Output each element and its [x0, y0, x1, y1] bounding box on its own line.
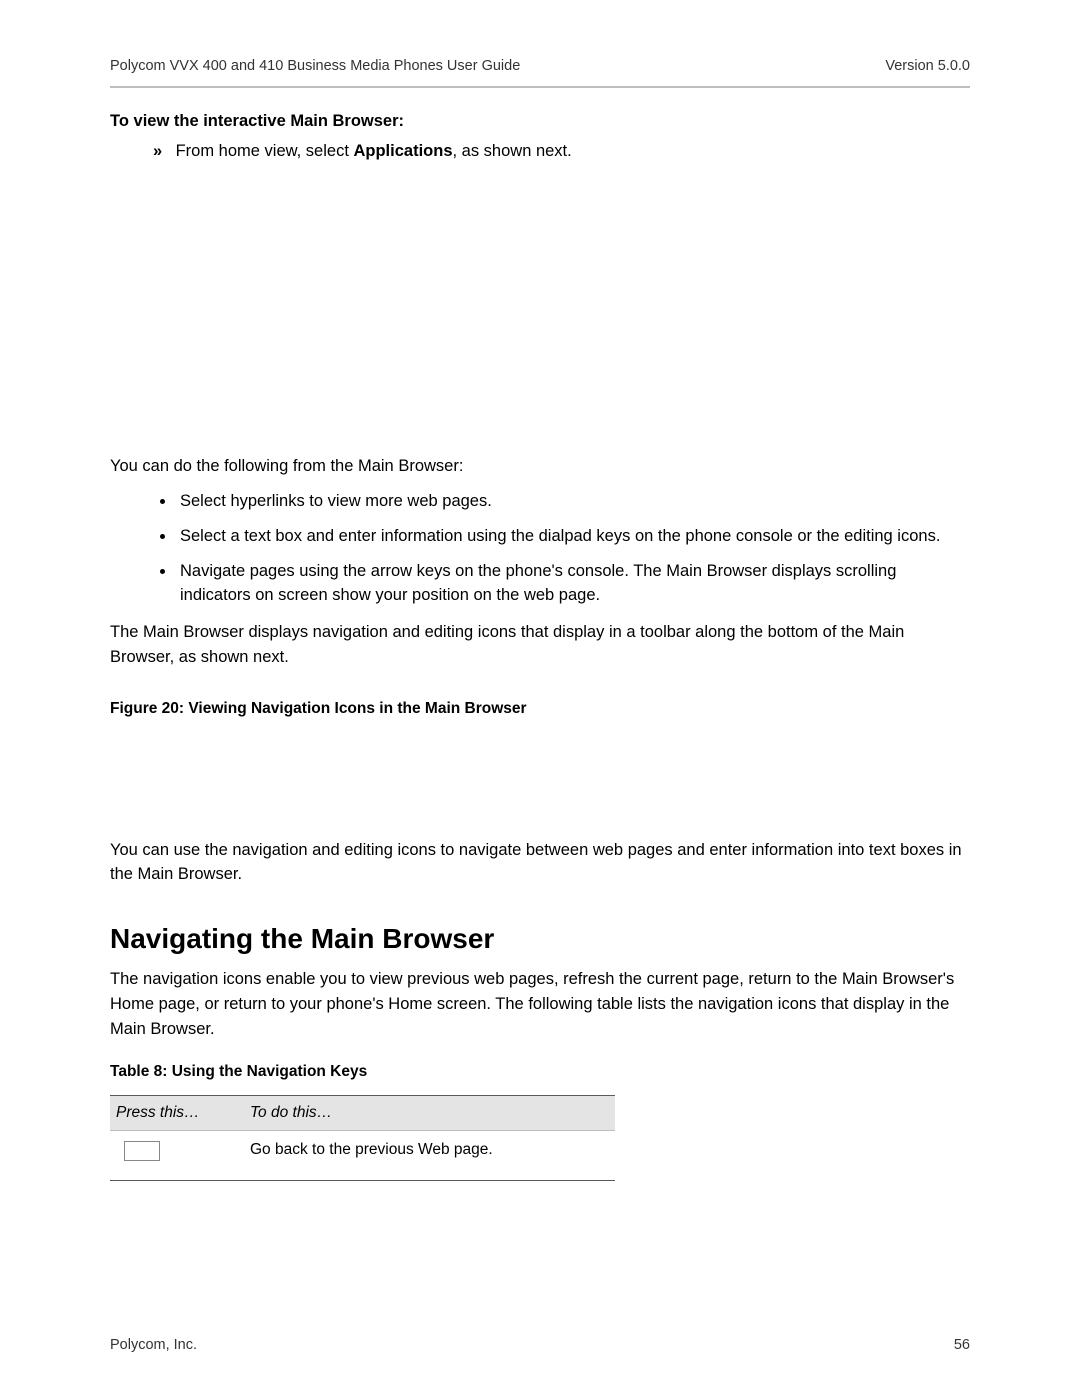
doc-title: Polycom VVX 400 and 410 Business Media P…	[110, 58, 520, 74]
figure-placeholder	[110, 162, 970, 454]
body-paragraph: The Main Browser displays navigation and…	[110, 620, 970, 670]
header-divider	[110, 86, 970, 88]
list-item: Select hyperlinks to view more web pages…	[176, 489, 970, 514]
list-item: Select a text box and enter information …	[176, 524, 970, 549]
page-header: Polycom VVX 400 and 410 Business Media P…	[110, 58, 970, 86]
instruction-heading: To view the interactive Main Browser:	[110, 112, 970, 131]
footer-company: Polycom, Inc.	[110, 1337, 197, 1353]
table-header-press: Press this…	[110, 1096, 244, 1131]
nav-key-cell	[110, 1131, 244, 1181]
intro-paragraph: You can do the following from the Main B…	[110, 454, 970, 479]
step-list: » From home view, select Applications, a…	[153, 141, 970, 162]
step-text-suffix: , as shown next.	[453, 142, 572, 160]
back-key-icon	[124, 1141, 160, 1161]
table-row: Go back to the previous Web page.	[110, 1131, 615, 1181]
section-intro-paragraph: The navigation icons enable you to view …	[110, 967, 970, 1041]
figure-placeholder	[110, 718, 970, 838]
footer-page-number: 56	[954, 1337, 970, 1353]
table-caption: Table 8: Using the Navigation Keys	[110, 1063, 970, 1081]
document-page: Polycom VVX 400 and 410 Business Media P…	[0, 0, 1080, 1397]
step-marker-icon: »	[153, 141, 171, 162]
navigation-keys-table: Press this… To do this… Go back to the p…	[110, 1095, 615, 1181]
nav-action-cell: Go back to the previous Web page.	[244, 1131, 615, 1181]
table-header-action: To do this…	[244, 1096, 615, 1131]
doc-version: Version 5.0.0	[885, 58, 970, 74]
feature-bullet-list: Select hyperlinks to view more web pages…	[132, 489, 970, 608]
list-item: Navigate pages using the arrow keys on t…	[176, 559, 970, 609]
step-item: » From home view, select Applications, a…	[153, 141, 970, 162]
body-paragraph: You can use the navigation and editing i…	[110, 838, 970, 888]
table-header-row: Press this… To do this…	[110, 1096, 615, 1131]
section-heading: Navigating the Main Browser	[110, 923, 970, 955]
figure-caption: Figure 20: Viewing Navigation Icons in t…	[110, 700, 970, 718]
step-text-bold: Applications	[353, 142, 452, 160]
page-footer: Polycom, Inc. 56	[110, 1337, 970, 1353]
step-text-prefix: From home view, select	[176, 142, 354, 160]
